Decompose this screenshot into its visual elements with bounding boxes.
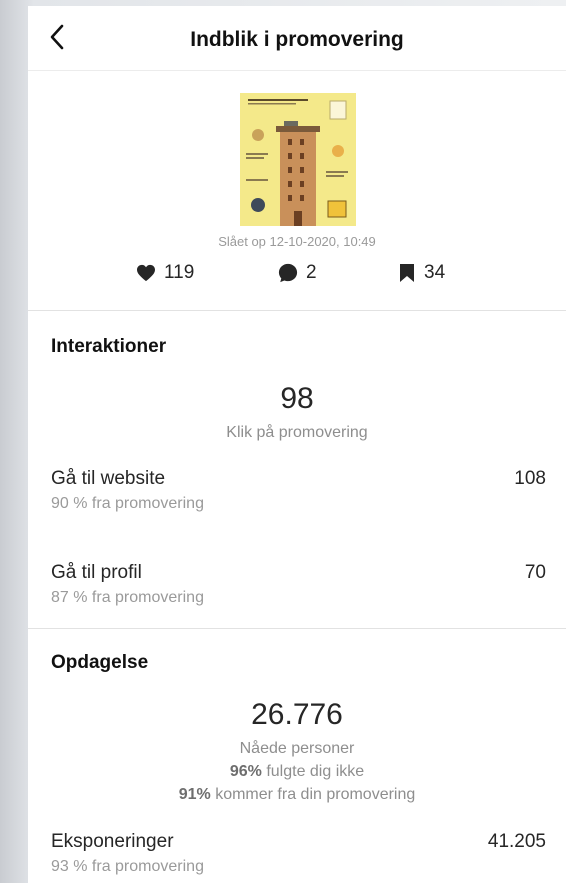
divider [28,310,566,311]
heart-icon [137,264,155,282]
divider [28,628,566,629]
saves-count: 34 [424,262,446,283]
impressions-sub: 93 % fra promovering [51,858,204,875]
discovery-title: Opdagelse [51,652,149,673]
bookmark-icon [400,264,414,282]
profile-visits-label: Gå til profil [51,562,142,583]
top-bar: Indblik i promovering [28,6,566,71]
website-visits-label: Gå til website [51,468,166,489]
interactions-total: 98 [280,382,314,415]
reach-label: Nåede personer [239,740,355,757]
website-visits-value: 108 [514,468,546,489]
phone-screen: Indblik i promovering Slået op 12-10-202… [28,6,566,883]
likes-count: 119 [164,262,195,283]
non-followers-pct: 96% [229,763,262,780]
tower-illustration-image [240,93,356,226]
saves-stat: 34 [398,262,445,284]
impressions-label: Eksponeringer [51,831,174,852]
profile-visits-sub: 87 % fra promovering [51,589,204,606]
comment-icon [278,263,298,283]
page-title: Indblik i promovering [190,28,404,51]
post-thumbnail[interactable] [240,93,356,226]
promotion-share-text: kommer fra din promovering [210,786,416,803]
posted-date: Slået op 12-10-2020, 10:49 [218,234,376,249]
non-followers-text: fulgte dig ikke [261,763,365,780]
promotion-share-line: 91% kommer fra din promovering [28,786,566,804]
likes-stat: 119 [136,262,194,284]
comments-count: 2 [306,262,317,283]
comments-stat: 2 [278,262,317,284]
interactions-title: Interaktioner [51,336,167,357]
non-followers-line: 96% fulgte dig ikke [28,763,566,781]
website-visits-sub: 90 % fra promovering [51,495,204,512]
reach-total: 26.776 [251,698,343,731]
interactions-total-label: Klik på promovering [226,424,368,441]
profile-visits-value: 70 [524,562,546,583]
impressions-value: 41.205 [487,831,546,852]
post-stats: 119 2 34 [28,262,566,292]
promotion-share-pct: 91% [178,786,211,803]
